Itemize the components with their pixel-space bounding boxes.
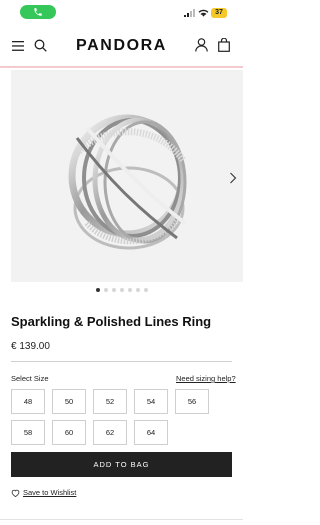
- size-option[interactable]: 58: [11, 420, 45, 445]
- gallery-dot[interactable]: [111, 288, 116, 292]
- status-bar: 37: [0, 0, 243, 26]
- wifi-icon: [198, 9, 209, 17]
- size-option[interactable]: 50: [52, 389, 86, 414]
- size-option[interactable]: 48: [11, 389, 45, 414]
- add-to-bag-button[interactable]: ADD TO BAG: [11, 452, 232, 477]
- sizing-help-link[interactable]: Need sizing help?: [176, 374, 236, 383]
- gallery-dot[interactable]: [119, 288, 124, 292]
- product-title: Sparkling & Polished Lines Ring: [11, 314, 212, 329]
- account-icon[interactable]: [195, 38, 208, 52]
- gallery-pagination: [0, 288, 243, 292]
- size-option[interactable]: 62: [93, 420, 127, 445]
- select-size-label: Select Size: [11, 374, 49, 383]
- battery-indicator: 37: [211, 8, 227, 18]
- header-divider: [0, 66, 243, 68]
- cellular-signal-icon: [184, 9, 195, 17]
- product-image-gallery[interactable]: [11, 70, 243, 282]
- section-divider: [11, 361, 232, 362]
- size-option[interactable]: 54: [134, 389, 168, 414]
- gallery-dot[interactable]: [127, 288, 132, 292]
- product-image: [68, 114, 187, 250]
- gallery-dot[interactable]: [95, 288, 100, 292]
- gallery-dot[interactable]: [143, 288, 148, 292]
- heart-icon: [11, 489, 20, 497]
- product-price: € 139.00: [11, 341, 50, 352]
- gallery-dot[interactable]: [135, 288, 140, 292]
- size-option[interactable]: 52: [93, 389, 127, 414]
- site-header: PANDORA: [0, 28, 243, 66]
- gallery-dot[interactable]: [103, 288, 108, 292]
- active-call-indicator[interactable]: [20, 5, 56, 19]
- size-option[interactable]: 64: [134, 420, 168, 445]
- phone-icon: [34, 8, 42, 16]
- wishlist-label: Save to Wishlist: [23, 488, 77, 497]
- size-option[interactable]: 60: [52, 420, 86, 445]
- shopping-bag-icon[interactable]: [218, 38, 230, 52]
- chevron-right-icon[interactable]: [229, 172, 237, 184]
- bottom-divider: [0, 519, 243, 520]
- size-option[interactable]: 56: [175, 389, 209, 414]
